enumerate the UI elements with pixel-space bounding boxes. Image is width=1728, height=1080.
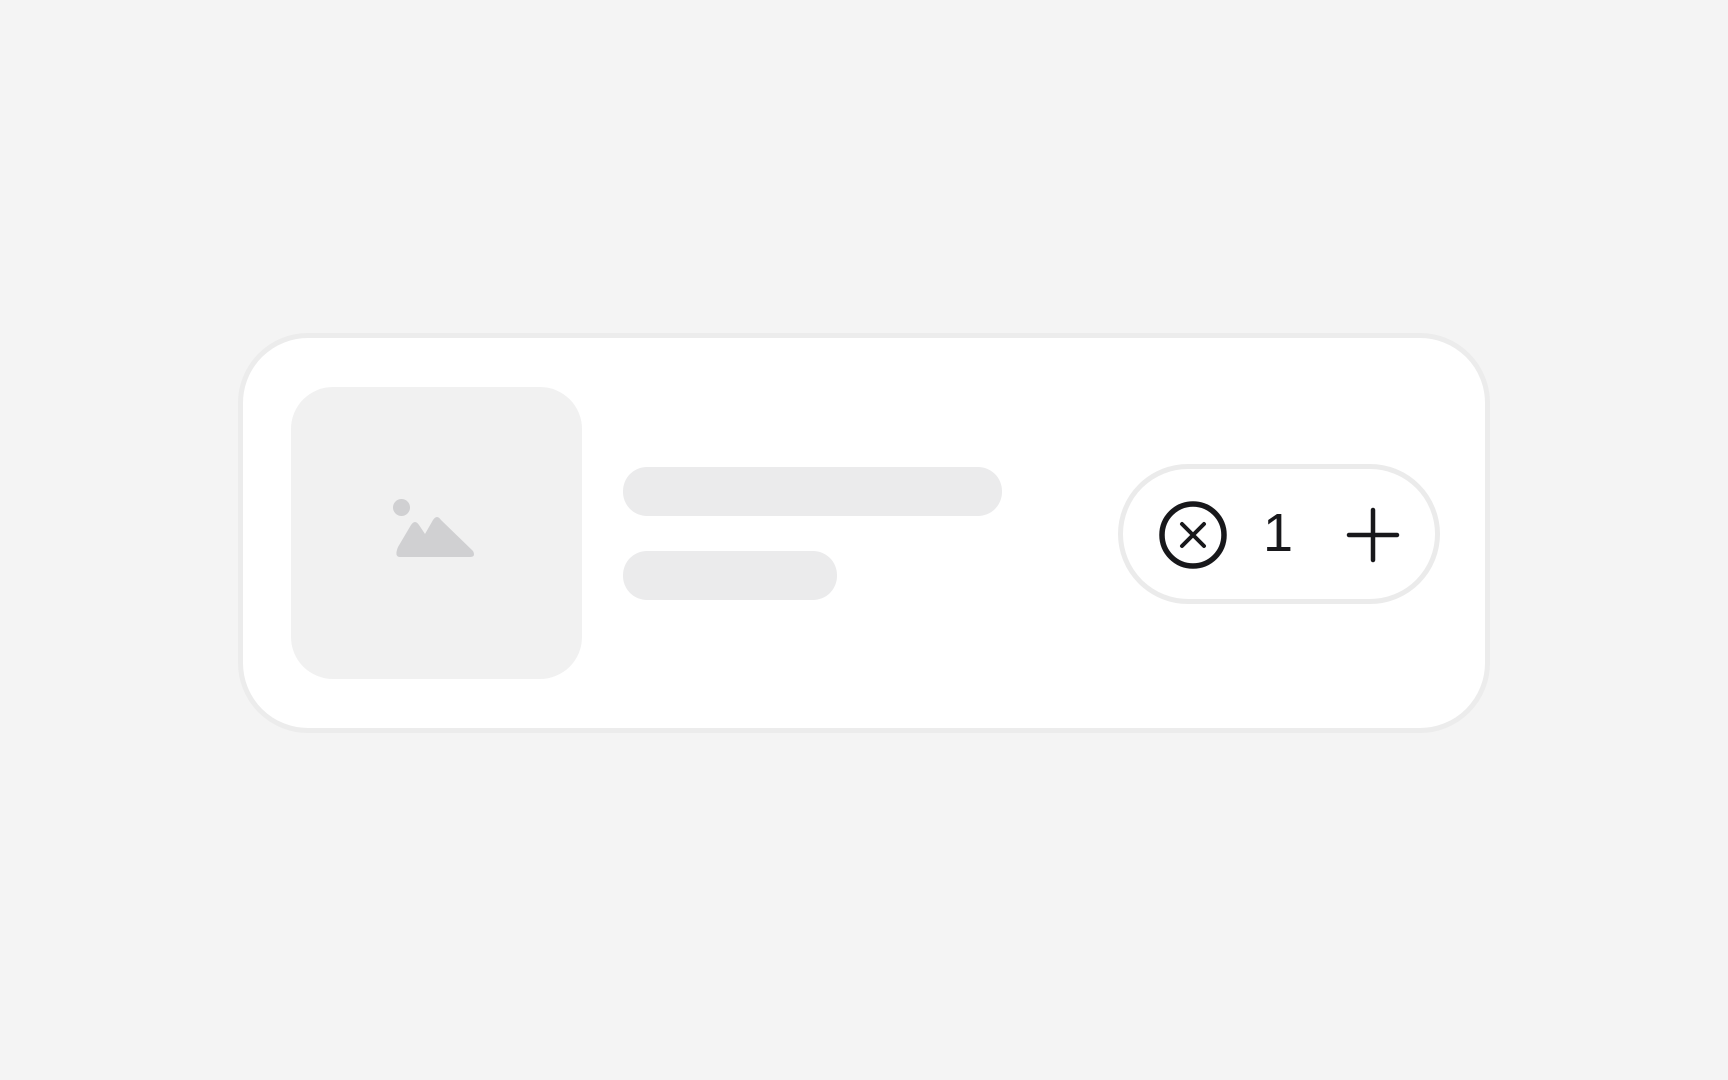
product-price-placeholder <box>623 551 837 600</box>
product-title-placeholder <box>623 467 1002 516</box>
plus-icon <box>1346 507 1400 563</box>
product-thumbnail <box>291 387 582 679</box>
quantity-stepper: 1 <box>1118 464 1440 604</box>
increase-quantity-button[interactable] <box>1346 507 1400 563</box>
x-circle-icon <box>1159 501 1227 569</box>
quantity-value: 1 <box>1262 503 1294 563</box>
image-placeholder-icon <box>393 499 481 567</box>
remove-item-button[interactable] <box>1158 500 1228 570</box>
